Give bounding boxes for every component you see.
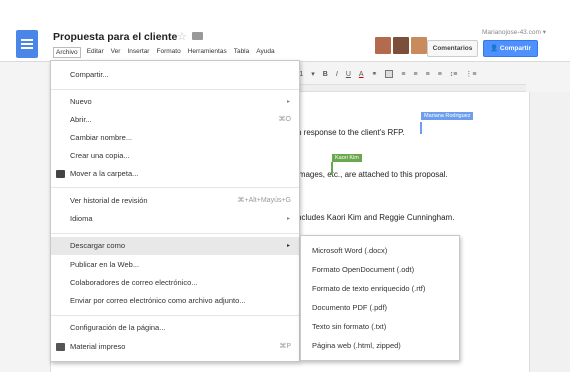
account-email[interactable]: Marianojose-43.com ▾ xyxy=(482,28,546,36)
menu-item-copy[interactable]: Crear una copia... xyxy=(51,147,299,165)
menu-format[interactable]: Formato xyxy=(155,47,181,58)
comments-button[interactable]: Comentarios xyxy=(427,40,478,57)
menu-bar: Archivo Editar Ver Insertar Formato Herr… xyxy=(53,47,276,58)
collaborator-flag: Kaori Kim xyxy=(332,154,362,162)
menu-item-open[interactable]: Abrir... ⌘O xyxy=(51,111,299,129)
comment-icon[interactable] xyxy=(385,70,394,78)
submenu-arrow-icon: ▸ xyxy=(286,99,290,105)
download-option-docx[interactable]: Microsoft Word (.docx) xyxy=(312,246,387,255)
menu-item-print[interactable]: Material impreso ⌘P xyxy=(51,338,299,356)
menu-item-label: Descargar como xyxy=(70,241,126,250)
menu-view[interactable]: Ver xyxy=(110,47,122,58)
app-header: Propuesta para el cliente ☆ Marianojose-… xyxy=(0,0,570,62)
submenu-arrow-icon: ▸ xyxy=(286,243,290,249)
align-justify-icon[interactable]: ≡ xyxy=(438,71,442,78)
link-icon[interactable]: ⚭ xyxy=(372,70,378,78)
document-text-line[interactable]: images, etc., are attached to this propo… xyxy=(297,170,448,179)
menu-insert[interactable]: Insertar xyxy=(126,47,150,58)
menu-edit[interactable]: Editar xyxy=(86,47,105,58)
download-submenu: Microsoft Word (.docx) Formato OpenDocum… xyxy=(300,235,460,361)
menu-item-publish[interactable]: Publicar en la Web... xyxy=(51,256,299,274)
menu-help[interactable]: Ayuda xyxy=(255,47,275,58)
menu-item-label: Ver historial de revisión xyxy=(70,196,148,205)
menu-item-share[interactable]: Compartir... xyxy=(51,66,299,84)
menu-item-new[interactable]: Nuevo ▸ xyxy=(51,93,299,111)
folder-icon xyxy=(56,170,65,178)
menu-divider xyxy=(51,89,299,90)
menu-item-label: Compartir... xyxy=(70,70,109,79)
avatar[interactable] xyxy=(411,37,427,54)
download-option-html[interactable]: Página web (.html, zipped) xyxy=(312,341,401,350)
menu-item-label: Crear una copia... xyxy=(70,151,130,160)
avatar[interactable] xyxy=(393,37,409,54)
align-left-icon[interactable]: ≡ xyxy=(401,71,405,78)
align-center-icon[interactable]: ≡ xyxy=(414,71,418,78)
menu-item-label: Publicar en la Web... xyxy=(70,260,140,269)
menu-item-move[interactable]: Mover a la carpeta... xyxy=(51,165,299,183)
underline-button[interactable]: U xyxy=(346,71,351,78)
chevron-down-icon[interactable]: ▾ xyxy=(311,70,315,78)
collaborator-cursor xyxy=(331,162,333,175)
menu-item-label: Idioma xyxy=(70,214,93,223)
shortcut-label: ⌘O xyxy=(278,116,291,123)
align-right-icon[interactable]: ≡ xyxy=(426,71,430,78)
docs-logo-icon[interactable] xyxy=(16,30,38,58)
folder-icon[interactable] xyxy=(192,32,203,40)
printer-icon xyxy=(56,343,65,351)
menu-item-page-setup[interactable]: Configuración de la página... xyxy=(51,319,299,337)
file-menu: Compartir... Nuevo ▸ Abrir... ⌘O Cambiar n… xyxy=(50,60,300,362)
list-icon[interactable]: ⋮≡ xyxy=(465,70,476,78)
shortcut-label: ⌘P xyxy=(279,343,291,350)
document-title[interactable]: Propuesta para el cliente xyxy=(53,31,177,43)
ruler[interactable] xyxy=(296,84,526,92)
shortcut-label: ⌘+Alt+Mayús+G xyxy=(237,197,292,204)
menu-table[interactable]: Tabla xyxy=(233,47,251,58)
menu-divider xyxy=(51,187,299,188)
menu-item-label: Material impreso xyxy=(70,342,126,351)
menu-item-label: Colaboradores de correo electrónico... xyxy=(70,278,198,287)
collaborator-flag: Mariana Rodriguez xyxy=(421,112,474,120)
avatar[interactable] xyxy=(375,37,391,54)
share-button-label: Compartir xyxy=(499,45,531,52)
menu-tools[interactable]: Herramientas xyxy=(187,47,228,58)
menu-item-download[interactable]: Descargar como ▸ xyxy=(51,237,299,255)
menu-item-email-collaborators[interactable]: Colaboradores de correo electrónico... xyxy=(51,274,299,292)
menu-item-label: Nuevo xyxy=(70,97,92,106)
menu-item-label: Mover a la carpeta... xyxy=(70,169,139,178)
menu-item-label: Cambiar nombre... xyxy=(70,133,133,142)
menu-file[interactable]: Archivo xyxy=(53,47,81,58)
download-option-rtf[interactable]: Formato de texto enriquecido (.rtf) xyxy=(312,284,425,293)
download-option-txt[interactable]: Texto sin formato (.txt) xyxy=(312,322,386,331)
document-text-line[interactable]: n response to the client's RFP. xyxy=(297,128,405,137)
star-icon[interactable]: ☆ xyxy=(177,30,187,43)
menu-divider xyxy=(51,315,299,316)
collaborator-avatars xyxy=(375,37,427,54)
formatting-toolbar: 11 ▾ B I U A ⚭ ≡ ≡ ≡ ≡ ↕≡ ⋮≡ xyxy=(296,66,570,82)
bold-button[interactable]: B xyxy=(323,71,328,78)
menu-item-language[interactable]: Idioma ▸ xyxy=(51,210,299,228)
share-button[interactable]: 👤 Compartir xyxy=(483,40,538,57)
submenu-arrow-icon: ▸ xyxy=(286,216,290,222)
line-spacing-icon[interactable]: ↕≡ xyxy=(450,71,458,78)
menu-divider xyxy=(51,233,299,234)
menu-item-rename[interactable]: Cambiar nombre... xyxy=(51,129,299,147)
menu-item-label: Abrir... xyxy=(70,115,92,124)
italic-button[interactable]: I xyxy=(336,71,338,78)
menu-item-label: Configuración de la página... xyxy=(70,323,166,332)
menu-item-email-attachment[interactable]: Enviar por correo electrónico como archi… xyxy=(51,292,299,310)
collaborator-cursor xyxy=(420,122,422,134)
document-text-line[interactable]: ncludes Kaori Kim and Reggie Cunningham. xyxy=(297,213,454,222)
download-option-pdf[interactable]: Documento PDF (.pdf) xyxy=(312,303,387,312)
docs-window: Propuesta para el cliente ☆ Marianojose-… xyxy=(0,0,570,372)
menu-item-revisions[interactable]: Ver historial de revisión ⌘+Alt+Mayús+G xyxy=(51,192,299,210)
menu-item-label: Enviar por correo electrónico como archi… xyxy=(70,296,246,305)
download-option-odt[interactable]: Formato OpenDocument (.odt) xyxy=(312,265,414,274)
text-color-button[interactable]: A xyxy=(359,71,364,78)
